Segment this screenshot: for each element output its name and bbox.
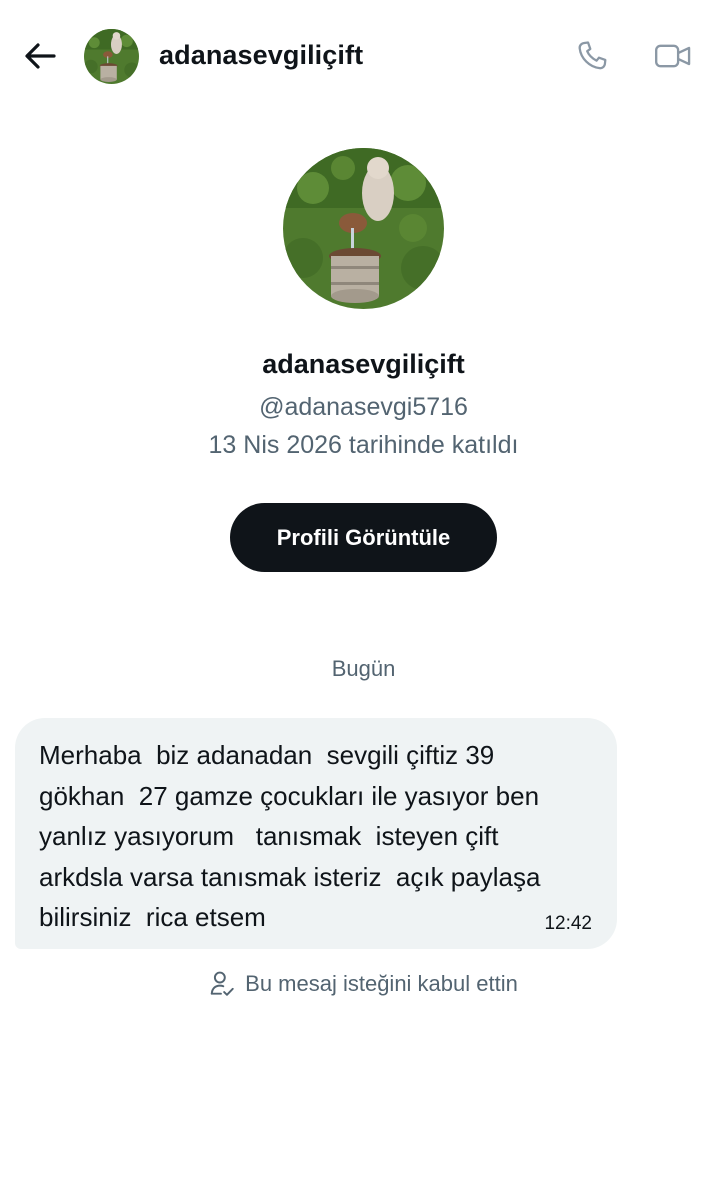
video-camera-icon <box>655 44 691 68</box>
request-accepted-text: Bu mesaj isteğini kabul ettin <box>245 971 518 996</box>
avatar-image <box>283 148 444 309</box>
message-timestamp: 12:42 <box>544 913 592 934</box>
video-call-button[interactable] <box>652 36 694 76</box>
arrow-left-icon <box>25 43 56 69</box>
dm-conversation-screen: adanasevgiliçift adanasevgiliçift @adana… <box>0 0 727 1200</box>
header-title[interactable]: adanasevgiliçift <box>159 40 363 71</box>
message-text: Merhaba biz adanadan sevgili çiftiz 39 g… <box>39 740 541 932</box>
profile-name: adanasevgiliçift <box>262 349 465 379</box>
audio-call-button[interactable] <box>572 36 612 76</box>
view-profile-button[interactable]: Profili Görüntüle <box>230 503 497 572</box>
date-separator: Bugün <box>331 656 396 681</box>
request-accepted-note: Bu mesaj isteğini kabul ettin <box>0 970 727 998</box>
avatar-image <box>84 29 139 84</box>
profile-handle: @adanasevgi5716 <box>259 393 468 421</box>
message-bubble[interactable]: Merhaba biz adanadan sevgili çiftiz 39 g… <box>15 718 617 949</box>
back-button[interactable] <box>18 36 62 76</box>
phone-icon <box>578 41 607 70</box>
conversation-header: adanasevgiliçift <box>0 0 727 112</box>
person-check-icon <box>209 970 235 998</box>
profile-joined-date: 13 Nis 2026 tarihinde katıldı <box>208 431 519 459</box>
profile-avatar[interactable] <box>283 148 444 309</box>
header-avatar[interactable] <box>84 29 139 84</box>
